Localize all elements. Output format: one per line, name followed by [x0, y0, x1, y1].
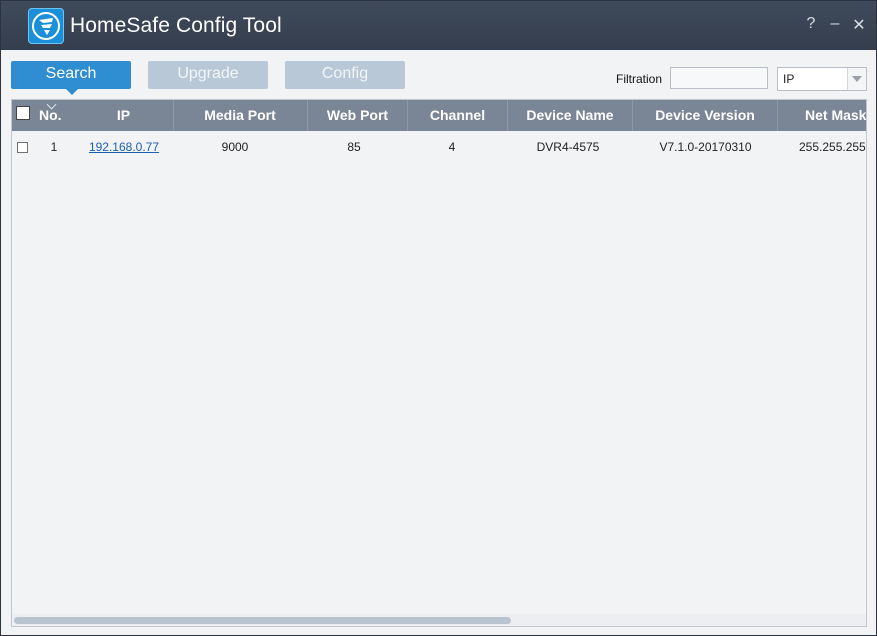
cell-channel: 4 [448, 140, 456, 154]
device-table: No. IP Media Port Web Port Channel Devic… [11, 99, 867, 627]
homesafe-logo-icon [28, 8, 64, 44]
app-window: HomeSafe Config Tool ? – ✕ Search Upgrad… [0, 0, 877, 636]
filter-type-value: IP [783, 72, 795, 86]
scrollbar-thumb[interactable] [14, 617, 511, 624]
filter-type-select[interactable]: IP [777, 67, 867, 91]
minimize-icon[interactable]: – [827, 15, 843, 35]
column-header-media-port[interactable]: Media Port [173, 100, 308, 131]
horizontal-scrollbar[interactable] [12, 614, 866, 626]
app-title: HomeSafe Config Tool [70, 14, 282, 37]
cell-no: 1 [50, 140, 58, 154]
chevron-down-icon[interactable] [847, 68, 866, 90]
cell-device-version: V7.1.0-20170310 [659, 140, 752, 154]
cell-ip-link[interactable]: 192.168.0.77 [74, 133, 174, 161]
filtration-label: Filtration [616, 72, 663, 86]
column-header-net-mask[interactable]: Net Mask [778, 100, 866, 131]
upgrade-button[interactable]: Upgrade [148, 61, 268, 89]
cell-web-port: 85 [347, 140, 361, 154]
column-header-channel[interactable]: Channel [408, 100, 508, 131]
table-header: No. IP Media Port Web Port Channel Devic… [12, 100, 866, 131]
search-button[interactable]: Search [11, 61, 131, 95]
column-header-web-port[interactable]: Web Port [308, 100, 408, 131]
close-icon[interactable]: ✕ [851, 15, 867, 35]
title-bar[interactable]: HomeSafe Config Tool ? – ✕ [1, 1, 876, 50]
cell-media-port: 9000 [221, 140, 249, 154]
help-icon[interactable]: ? [803, 15, 819, 35]
config-button[interactable]: Config [285, 61, 405, 89]
cell-net-mask: 255.255.255.0 [799, 140, 866, 154]
table-row[interactable]: 1 192.168.0.77 9000 85 4 DVR4-4575 V7.1.… [12, 133, 866, 161]
column-header-device-version[interactable]: Device Version [633, 100, 778, 131]
column-header-ip[interactable]: IP [74, 100, 174, 131]
row-checkbox[interactable] [17, 142, 28, 153]
filter-input[interactable] [670, 67, 768, 89]
cell-device-name: DVR4-4575 [536, 140, 600, 154]
select-all-checkbox[interactable] [16, 106, 30, 120]
column-header-device-name[interactable]: Device Name [508, 100, 633, 131]
